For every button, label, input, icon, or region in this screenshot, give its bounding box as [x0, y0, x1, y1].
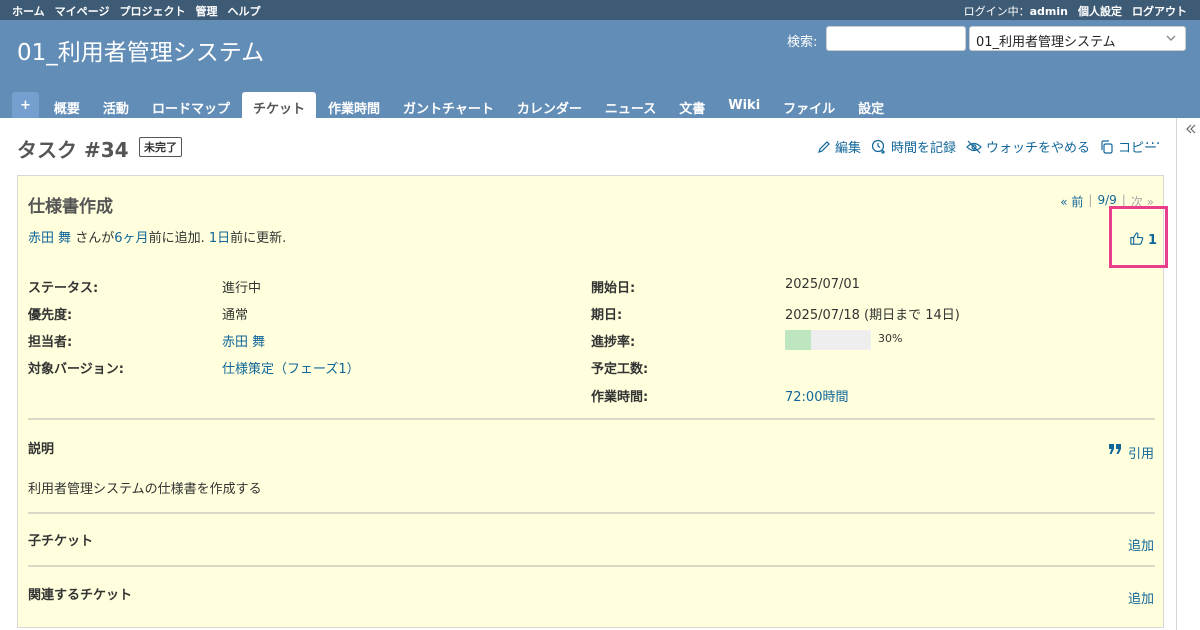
main-menu: + 概要 活動 ロードマップ チケット 作業時間 ガントチャート カレンダー ニ…: [12, 90, 896, 118]
done-ratio-label: 進捗率:: [591, 335, 636, 350]
due-date-label: 期日:: [591, 308, 623, 323]
pencil-icon: [817, 140, 831, 154]
description-text: 利用者管理システムの仕様書を作成する: [28, 482, 262, 497]
log-time-button[interactable]: 時間を記録: [871, 137, 956, 156]
edit-button[interactable]: 編集: [817, 137, 861, 156]
added-text: 前に追加.: [148, 231, 209, 246]
logout-link[interactable]: ログアウト: [1132, 3, 1187, 19]
tab-time-entries[interactable]: 作業時間: [317, 92, 391, 118]
quote-label: 引用: [1127, 447, 1154, 462]
updated-text: 前に更新.: [230, 231, 287, 246]
start-date-label: 開始日:: [591, 281, 636, 296]
top-menu-home[interactable]: ホーム: [12, 3, 45, 19]
issue-details: 仕様書作成 « 前 | 9/9 | 次 » 赤田 舞 さんが6ヶ月前に追加. 1…: [17, 175, 1168, 628]
created-age-link[interactable]: 6ヶ月: [114, 231, 148, 246]
reaction-button[interactable]: 1: [1129, 231, 1157, 250]
reaction-highlight: 1: [1109, 206, 1168, 268]
edit-label: 編集: [834, 141, 861, 156]
priority-label: 優先度:: [28, 308, 73, 323]
more-actions-button[interactable]: ···: [1145, 136, 1161, 152]
tab-news[interactable]: ニュース: [594, 92, 667, 118]
unwatch-label: ウォッチをやめる: [985, 141, 1090, 156]
eye-off-icon: [966, 140, 982, 154]
prev-issue-link[interactable]: « 前: [1060, 193, 1083, 210]
status-badge: 未完了: [139, 137, 182, 157]
tab-overview[interactable]: 概要: [43, 92, 91, 118]
thumbs-up-icon: [1129, 231, 1144, 250]
status-label: ステータス:: [28, 281, 99, 296]
assignee-link[interactable]: 赤田 舞: [222, 331, 265, 350]
pagination-separator: |: [1088, 193, 1093, 207]
subtasks-title: 子チケット: [28, 534, 94, 549]
divider: [28, 565, 1155, 567]
header: 01_利用者管理システム 検索: 01_利用者管理システム + 概要 活動 ロー…: [0, 20, 1200, 118]
project-title: 01_利用者管理システム: [17, 40, 265, 66]
issue-subject: 仕様書作成: [28, 197, 113, 217]
assignee-label: 担当者:: [28, 335, 73, 350]
top-menu-admin[interactable]: 管理: [195, 3, 217, 19]
copy-icon: [1100, 139, 1114, 154]
project-jump-select[interactable]: 01_利用者管理システム: [969, 26, 1186, 51]
tab-wiki[interactable]: Wiki: [717, 92, 771, 118]
add-relation-link[interactable]: 追加: [1128, 588, 1154, 607]
tab-settings[interactable]: 設定: [847, 92, 895, 118]
project-jump-value: 01_利用者管理システム: [976, 35, 1116, 50]
progress-bar: [785, 330, 871, 350]
new-object-button[interactable]: +: [12, 92, 39, 118]
search-input[interactable]: [826, 26, 966, 51]
progress-fill: [785, 330, 811, 350]
tab-roadmap[interactable]: ロードマップ: [141, 92, 241, 118]
priority-value: 通常: [222, 308, 249, 323]
top-menu-my-page[interactable]: マイページ: [55, 3, 110, 19]
tab-activity[interactable]: 活動: [92, 92, 140, 118]
target-version-label: 対象バージョン:: [28, 362, 124, 377]
search-label: 検索:: [787, 35, 818, 50]
unwatch-button[interactable]: ウォッチをやめる: [966, 137, 1090, 156]
author-text: さんが: [71, 231, 115, 246]
logged-in-label: ログイン中：: [963, 5, 1030, 18]
my-account-link[interactable]: 個人設定: [1078, 3, 1122, 19]
sidebar-divider: [1176, 118, 1177, 630]
contextual-actions: 編集 時間を記録 ウォッチをやめる コピー: [817, 137, 1157, 156]
due-date-value: 2025/07/18 (期日まで 14日): [785, 308, 960, 323]
quote-icon: [1108, 443, 1122, 462]
chevron-down-icon: [1165, 32, 1177, 47]
start-date-value: 2025/07/01: [785, 277, 860, 292]
description-title: 説明: [28, 442, 55, 457]
tab-documents[interactable]: 文書: [668, 92, 716, 118]
spent-time-label: 作業時間:: [591, 390, 649, 405]
add-subtask-link[interactable]: 追加: [1128, 535, 1154, 554]
log-time-label: 時間を記録: [890, 141, 956, 156]
author-link[interactable]: 赤田 舞: [28, 231, 71, 246]
top-menu-help[interactable]: ヘルプ: [227, 3, 260, 19]
tab-calendar[interactable]: カレンダー: [506, 92, 593, 118]
sidebar-toggle-icon[interactable]: [1185, 123, 1197, 138]
tab-files[interactable]: ファイル: [772, 92, 846, 118]
tab-gantt[interactable]: ガントチャート: [392, 92, 505, 118]
spent-time-link[interactable]: 72:00時間: [785, 386, 848, 405]
issue-heading: タスク #34: [17, 138, 129, 162]
quote-button[interactable]: 引用: [1108, 443, 1154, 462]
author-line: 赤田 舞 さんが6ヶ月前に追加. 1日前に更新.: [28, 227, 286, 246]
top-menu-projects[interactable]: プロジェクト: [119, 3, 185, 19]
divider: [28, 418, 1155, 420]
target-version-link[interactable]: 仕様策定（フェーズ1）: [222, 358, 360, 377]
relations-title: 関連するチケット: [28, 588, 133, 603]
reaction-count: 1: [1148, 233, 1158, 248]
tab-issues[interactable]: チケット: [241, 92, 316, 118]
clock-plus-icon: [871, 139, 887, 155]
status-value: 進行中: [222, 281, 262, 296]
divider: [28, 512, 1155, 514]
top-menu: ホーム マイページ プロジェクト 管理 ヘルプ ログイン中：admin 個人設定…: [0, 0, 1200, 20]
logged-in-user[interactable]: admin: [1030, 5, 1068, 18]
updated-age-link[interactable]: 1日: [209, 231, 230, 246]
estimated-hours-label: 予定工数:: [591, 362, 649, 377]
progress-percent: 30%: [878, 332, 903, 345]
